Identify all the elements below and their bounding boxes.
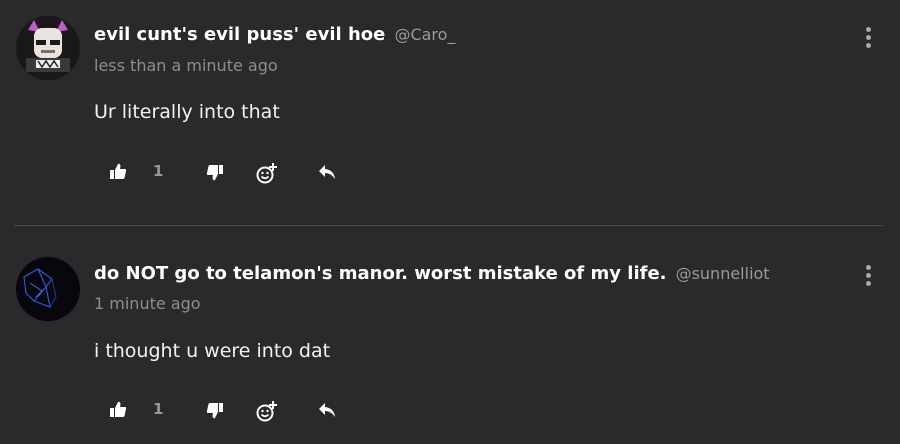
thumbs-up-icon bbox=[110, 401, 127, 417]
dislike-button[interactable] bbox=[201, 396, 229, 424]
more-options-button[interactable] bbox=[860, 264, 878, 288]
timestamp[interactable]: 1 minute ago bbox=[94, 294, 201, 313]
author-line: do NOT go to telamon's manor. worst mist… bbox=[94, 263, 770, 284]
add-reaction-icon bbox=[256, 401, 277, 422]
reply-icon bbox=[319, 403, 335, 417]
like-count: 1 bbox=[153, 400, 164, 418]
like-button[interactable] bbox=[104, 396, 132, 424]
thumbs-down-icon bbox=[206, 403, 223, 419]
comment-item: do NOT go to telamon's manor. worst mist… bbox=[0, 0, 900, 444]
add-reaction-button[interactable] bbox=[252, 396, 280, 424]
avatar[interactable] bbox=[16, 257, 80, 321]
more-vertical-icon bbox=[866, 265, 871, 270]
author-display-name[interactable]: do NOT go to telamon's manor. worst mist… bbox=[94, 263, 666, 284]
comment-body: i thought u were into dat bbox=[94, 340, 331, 362]
reply-button[interactable] bbox=[313, 396, 341, 424]
author-handle[interactable]: @sunnelliot bbox=[676, 264, 770, 283]
